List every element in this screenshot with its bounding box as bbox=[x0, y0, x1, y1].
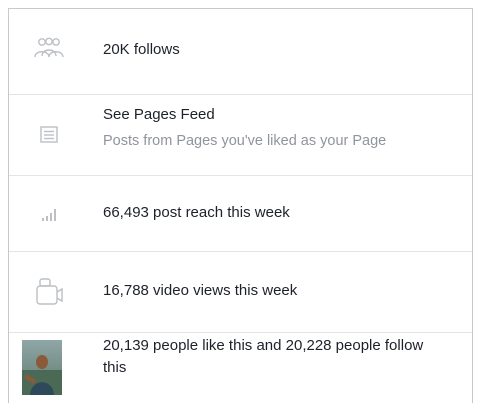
video-camera-icon bbox=[33, 275, 65, 309]
follows-row[interactable]: 20K follows bbox=[9, 9, 472, 95]
avatar bbox=[22, 340, 62, 395]
post-reach-row[interactable]: 66,493 post reach this week bbox=[9, 176, 472, 252]
page-stats-panel: 20K follows See Pages Feed Posts from Pa… bbox=[8, 8, 473, 403]
pages-feed-text: See Pages Feed Posts from Pages you've l… bbox=[103, 104, 460, 152]
pages-feed-subtitle: Posts from Pages you've liked as your Pa… bbox=[103, 133, 387, 149]
pages-feed-title[interactable]: See Pages Feed bbox=[103, 104, 460, 126]
bar-chart-icon bbox=[33, 202, 65, 226]
likes-row[interactable]: 20,139 people like this and 20,228 peopl… bbox=[9, 333, 472, 404]
video-views-text: 16,788 video views this week bbox=[103, 282, 298, 299]
video-views-row[interactable]: 16,788 video views this week bbox=[9, 252, 472, 333]
post-reach-text: 66,493 post reach this week bbox=[103, 204, 290, 221]
pages-feed-row[interactable]: See Pages Feed Posts from Pages you've l… bbox=[9, 95, 472, 176]
people-icon bbox=[33, 35, 65, 65]
likes-text: 20,139 people like this and 20,228 peopl… bbox=[103, 337, 424, 376]
follows-text: 20K follows bbox=[103, 41, 180, 58]
feed-icon bbox=[33, 121, 65, 149]
